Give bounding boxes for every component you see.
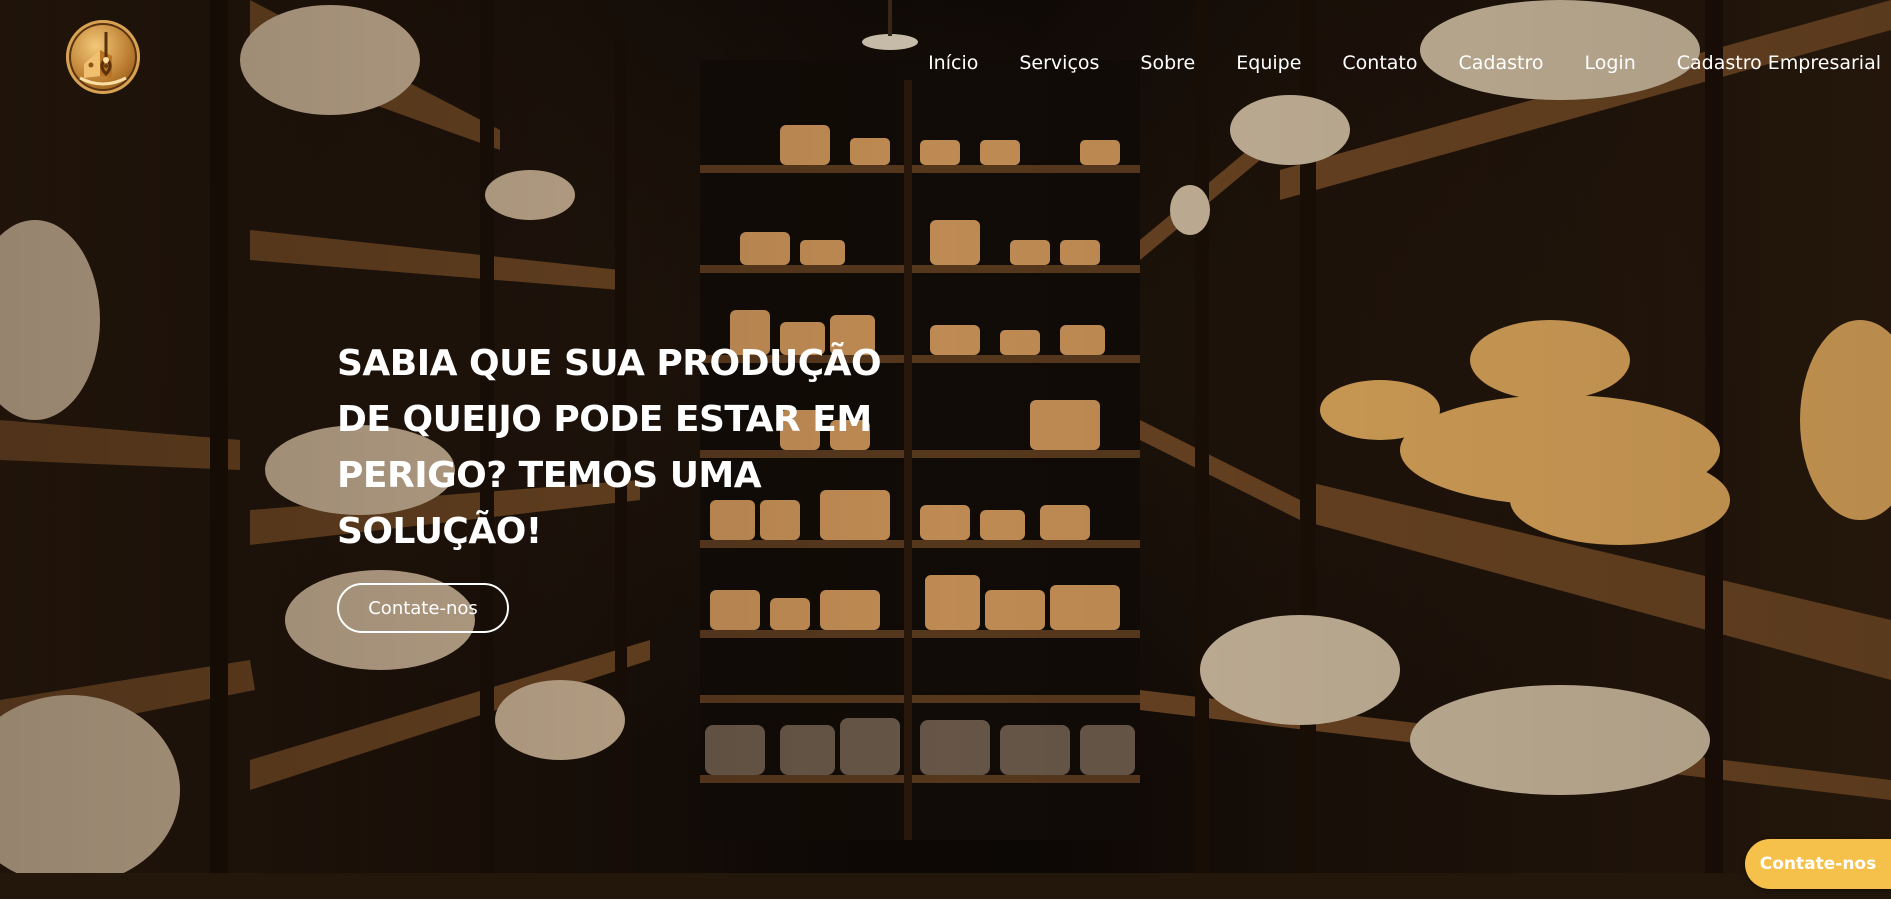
footer-strip — [0, 873, 1891, 899]
floating-contact-button[interactable]: Contate-nos — [1745, 839, 1891, 889]
nav-item-equipe[interactable]: Equipe — [1236, 52, 1301, 74]
nav-item-contato[interactable]: Contato — [1342, 52, 1417, 74]
nav-item-login[interactable]: Login — [1585, 52, 1636, 74]
nav-item-cadastro-empresarial[interactable]: Cadastro Empresarial — [1677, 52, 1881, 74]
nav-item-sobre[interactable]: Sobre — [1140, 52, 1195, 74]
hero-headline: SABIA QUE SUA PRODUÇÃO DE QUEIJO PODE ES… — [337, 343, 882, 552]
nav-item-cadastro[interactable]: Cadastro — [1459, 52, 1544, 74]
nav-item-inicio[interactable]: Início — [928, 52, 978, 74]
main-nav: Início Serviços Sobre Equipe Contato Cad… — [928, 52, 1881, 74]
contact-button[interactable]: Contate-nos — [337, 583, 509, 633]
nav-item-servicos[interactable]: Serviços — [1019, 52, 1099, 74]
cheese-cellar-logo-icon[interactable] — [66, 20, 140, 94]
hero-background-image — [0, 0, 1891, 873]
